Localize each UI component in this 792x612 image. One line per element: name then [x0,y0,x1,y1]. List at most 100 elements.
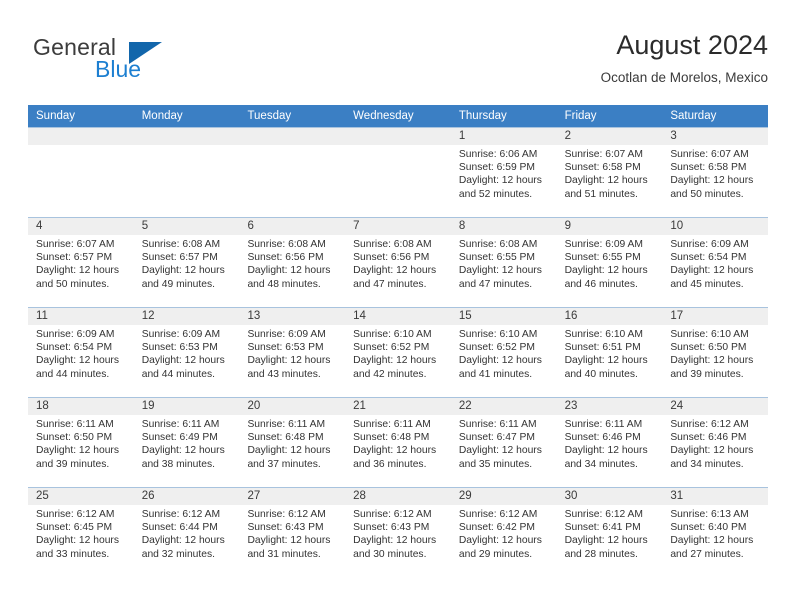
sunrise-text: Sunrise: 6:11 AM [353,419,431,430]
day-cell[interactable]: 5 Sunrise: 6:08 AM Sunset: 6:57 PM Dayli… [133,218,240,307]
sunset-text: Sunset: 6:57 PM [36,252,113,264]
day-cell[interactable]: 17 Sunrise: 6:10 AM Sunset: 6:50 PM Dayl… [662,308,769,397]
day-info: Sunrise: 6:08 AM Sunset: 6:57 PM Dayligh… [134,235,240,291]
day-number: 7 [345,218,451,235]
sunrise-text: Sunrise: 6:08 AM [247,239,326,250]
day-info: Sunrise: 6:07 AM Sunset: 6:58 PM Dayligh… [662,145,768,201]
day-cell[interactable]: 22 Sunrise: 6:11 AM Sunset: 6:47 PM Dayl… [450,398,557,487]
sunset-text: Sunset: 6:46 PM [564,432,641,444]
sunset-text: Sunset: 6:56 PM [247,252,324,264]
day-cell[interactable]: 10 Sunrise: 6:09 AM Sunset: 6:54 PM Dayl… [662,218,769,307]
day-info: Sunrise: 6:10 AM Sunset: 6:50 PM Dayligh… [662,325,768,381]
daylight-text-line1: Daylight: 12 hours [353,535,437,547]
day-cell[interactable]: 14 Sunrise: 6:10 AM Sunset: 6:52 PM Dayl… [345,308,451,397]
day-cell[interactable]: 27 Sunrise: 6:12 AM Sunset: 6:43 PM Dayl… [239,488,346,577]
day-info: Sunrise: 6:11 AM Sunset: 6:50 PM Dayligh… [28,415,134,471]
sunset-text: Sunset: 6:56 PM [353,252,430,264]
day-cell[interactable]: 19 Sunrise: 6:11 AM Sunset: 6:49 PM Dayl… [133,398,240,487]
daylight-text-line2: and 39 minutes. [36,458,110,470]
day-cell[interactable]: 3 Sunrise: 6:07 AM Sunset: 6:58 PM Dayli… [662,128,769,217]
sunset-text: Sunset: 6:49 PM [141,432,218,444]
brand-logo[interactable]: General Blue [33,34,213,90]
daylight-text-line2: and 27 minutes. [670,548,744,560]
day-cell[interactable]: 16 Sunrise: 6:10 AM Sunset: 6:51 PM Dayl… [556,308,663,397]
sunrise-text: Sunrise: 6:09 AM [141,329,221,340]
sunrise-text: Sunrise: 6:11 AM [564,419,643,430]
day-cell[interactable]: 20 Sunrise: 6:11 AM Sunset: 6:48 PM Dayl… [239,398,346,487]
day-cell[interactable]: 26 Sunrise: 6:12 AM Sunset: 6:44 PM Dayl… [133,488,240,577]
day-cell[interactable]: 30 Sunrise: 6:12 AM Sunset: 6:41 PM Dayl… [556,488,663,577]
sunset-text: Sunset: 6:53 PM [141,342,218,354]
daylight-text-line2: and 47 minutes. [458,278,533,290]
day-cell [133,128,240,217]
day-cell[interactable]: 4 Sunrise: 6:07 AM Sunset: 6:57 PM Dayli… [28,218,134,307]
day-info: Sunrise: 6:11 AM Sunset: 6:49 PM Dayligh… [134,415,240,471]
sunrise-text: Sunrise: 6:07 AM [670,149,749,160]
sunrise-text: Sunrise: 6:09 AM [36,329,115,340]
day-info: Sunrise: 6:06 AM Sunset: 6:59 PM Dayligh… [451,145,557,201]
day-cell[interactable]: 25 Sunrise: 6:12 AM Sunset: 6:45 PM Dayl… [28,488,134,577]
day-info: Sunrise: 6:07 AM Sunset: 6:58 PM Dayligh… [557,145,663,201]
sunset-text: Sunset: 6:58 PM [670,162,747,174]
day-cell[interactable]: 7 Sunrise: 6:08 AM Sunset: 6:56 PM Dayli… [345,218,451,307]
day-cell[interactable]: 23 Sunrise: 6:11 AM Sunset: 6:46 PM Dayl… [556,398,663,487]
sunset-text: Sunset: 6:48 PM [247,432,324,444]
daylight-text-line2: and 29 minutes. [458,548,533,560]
week-row: 11 Sunrise: 6:09 AM Sunset: 6:54 PM Dayl… [28,307,769,397]
day-cell[interactable]: 1 Sunrise: 6:06 AM Sunset: 6:59 PM Dayli… [450,128,557,217]
daylight-text-line1: Daylight: 12 hours [564,355,648,367]
calendar-page: General Blue August 2024 Ocotlan de More… [0,0,792,612]
sunset-text: Sunset: 6:53 PM [247,342,324,354]
day-cell[interactable]: 13 Sunrise: 6:09 AM Sunset: 6:53 PM Dayl… [239,308,346,397]
day-number: 26 [133,488,240,505]
daylight-text-line1: Daylight: 12 hours [458,265,542,277]
day-number: 19 [133,398,240,415]
day-info: Sunrise: 6:09 AM Sunset: 6:53 PM Dayligh… [134,325,240,381]
day-number [28,128,134,145]
daylight-text-line2: and 52 minutes. [458,188,533,200]
day-info: Sunrise: 6:12 AM Sunset: 6:41 PM Dayligh… [557,505,663,561]
day-cell[interactable]: 29 Sunrise: 6:12 AM Sunset: 6:42 PM Dayl… [450,488,557,577]
sunset-text: Sunset: 6:41 PM [564,522,641,534]
day-cell[interactable]: 15 Sunrise: 6:10 AM Sunset: 6:52 PM Dayl… [450,308,557,397]
day-number: 31 [662,488,769,505]
day-number: 29 [450,488,557,505]
daylight-text-line2: and 51 minutes. [564,188,638,200]
day-number: 15 [450,308,557,325]
brand-name-secondary: Blue [95,56,142,82]
day-cell[interactable]: 21 Sunrise: 6:11 AM Sunset: 6:48 PM Dayl… [345,398,451,487]
daylight-text-line2: and 34 minutes. [564,458,638,470]
day-info: Sunrise: 6:12 AM Sunset: 6:44 PM Dayligh… [134,505,240,561]
day-cell[interactable]: 12 Sunrise: 6:09 AM Sunset: 6:53 PM Dayl… [133,308,240,397]
daylight-text-line2: and 34 minutes. [670,458,744,470]
sunset-text: Sunset: 6:52 PM [353,342,430,354]
page-title: August 2024 [616,30,768,60]
day-cell[interactable]: 2 Sunrise: 6:07 AM Sunset: 6:58 PM Dayli… [556,128,663,217]
daylight-text-line1: Daylight: 12 hours [141,265,225,277]
day-cell[interactable]: 6 Sunrise: 6:08 AM Sunset: 6:56 PM Dayli… [239,218,346,307]
day-cell[interactable]: 18 Sunrise: 6:11 AM Sunset: 6:50 PM Dayl… [28,398,134,487]
day-cell[interactable]: 24 Sunrise: 6:12 AM Sunset: 6:46 PM Dayl… [662,398,769,487]
weekday-header-tuesday: Tuesday [247,110,292,122]
day-number: 30 [556,488,663,505]
calendar-grid: Sunday Monday Tuesday Wednesday Thursday… [28,105,769,577]
sunrise-text: Sunrise: 6:09 AM [670,239,749,250]
day-cell[interactable]: 8 Sunrise: 6:08 AM Sunset: 6:55 PM Dayli… [450,218,557,307]
day-cell[interactable]: 31 Sunrise: 6:13 AM Sunset: 6:40 PM Dayl… [662,488,769,577]
day-info: Sunrise: 6:08 AM Sunset: 6:56 PM Dayligh… [239,235,345,291]
sunset-text: Sunset: 6:43 PM [247,522,324,534]
day-number: 5 [133,218,240,235]
sunset-text: Sunset: 6:43 PM [353,522,430,534]
day-cell[interactable]: 11 Sunrise: 6:09 AM Sunset: 6:54 PM Dayl… [28,308,134,397]
day-cell[interactable]: 28 Sunrise: 6:12 AM Sunset: 6:43 PM Dayl… [345,488,451,577]
sunrise-text: Sunrise: 6:12 AM [670,419,749,430]
sunset-text: Sunset: 6:50 PM [670,342,747,354]
daylight-text-line2: and 40 minutes. [564,368,638,380]
day-number: 8 [450,218,557,235]
day-info: Sunrise: 6:09 AM Sunset: 6:54 PM Dayligh… [662,235,768,291]
day-cell[interactable]: 9 Sunrise: 6:09 AM Sunset: 6:55 PM Dayli… [556,218,663,307]
sunset-text: Sunset: 6:42 PM [458,522,536,534]
daylight-text-line2: and 33 minutes. [36,548,110,560]
daylight-text-line2: and 28 minutes. [564,548,638,560]
sunrise-text: Sunrise: 6:11 AM [458,419,537,430]
